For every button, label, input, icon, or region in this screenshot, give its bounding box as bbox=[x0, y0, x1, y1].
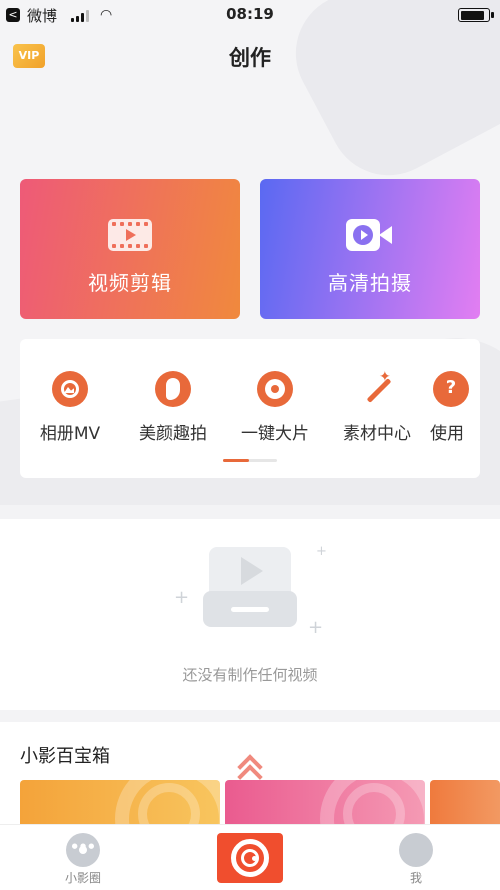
tool-album-mv[interactable]: 相册MV bbox=[20, 371, 120, 444]
battery-icon bbox=[458, 8, 494, 22]
plus-icon: + bbox=[174, 587, 190, 608]
profile-icon bbox=[399, 833, 433, 867]
film-reel-icon bbox=[257, 371, 293, 407]
tab-me[interactable]: 我 bbox=[366, 825, 466, 886]
tab-bar: 小影圈 我 bbox=[0, 824, 500, 890]
beauty-icon bbox=[155, 371, 191, 407]
film-reel-icon bbox=[66, 833, 100, 867]
record-button[interactable] bbox=[217, 833, 283, 883]
status-bar: < 微博 ◠ 08:19 bbox=[0, 0, 500, 30]
plus-icon: + bbox=[308, 617, 324, 638]
tool-label: 美颜趣拍 bbox=[139, 424, 207, 444]
tools-panel: 相册MV 美颜趣拍 一键大片 素材中心 使用 bbox=[20, 339, 480, 478]
tool-label: 相册MV bbox=[39, 424, 101, 444]
toolbox-title: 小影百宝箱 bbox=[20, 746, 110, 767]
tool-beauty-shoot[interactable]: 美颜趣拍 bbox=[123, 371, 223, 444]
empty-message: 还没有制作任何视频 bbox=[182, 666, 318, 684]
video-camera-icon bbox=[346, 219, 394, 251]
tab-label: 小影圈 bbox=[64, 871, 101, 885]
tool-one-click-movie[interactable]: 一键大片 bbox=[225, 371, 325, 444]
toolbox-section: 小影百宝箱 bbox=[0, 722, 500, 832]
empty-tray-icon bbox=[203, 547, 297, 627]
tool-label: 使用 bbox=[430, 424, 464, 444]
magic-wand-icon bbox=[359, 369, 395, 407]
chevron-up-icon[interactable] bbox=[236, 754, 264, 790]
hd-shoot-label: 高清拍摄 bbox=[328, 271, 412, 295]
hd-shoot-card[interactable]: 高清拍摄 bbox=[260, 179, 480, 319]
status-time: 08:19 bbox=[226, 5, 274, 23]
tool-material-center[interactable]: 素材中心 bbox=[327, 369, 427, 444]
help-icon bbox=[433, 371, 469, 407]
scroll-indicator bbox=[223, 459, 277, 462]
empty-state: + + + 还没有制作任何视频 bbox=[0, 519, 500, 710]
tab-community[interactable]: 小影圈 bbox=[33, 825, 133, 886]
video-edit-card[interactable]: 视频剪辑 bbox=[20, 179, 240, 319]
tool-help[interactable]: 使用 bbox=[430, 371, 480, 444]
video-edit-label: 视频剪辑 bbox=[88, 271, 172, 295]
album-mv-icon bbox=[52, 371, 88, 407]
plus-icon: + bbox=[316, 544, 327, 559]
tab-label: 我 bbox=[409, 871, 422, 885]
tool-label: 一键大片 bbox=[241, 424, 309, 444]
film-play-icon bbox=[108, 219, 152, 251]
tool-label: 素材中心 bbox=[343, 424, 411, 444]
page-title: 创作 bbox=[229, 46, 271, 70]
